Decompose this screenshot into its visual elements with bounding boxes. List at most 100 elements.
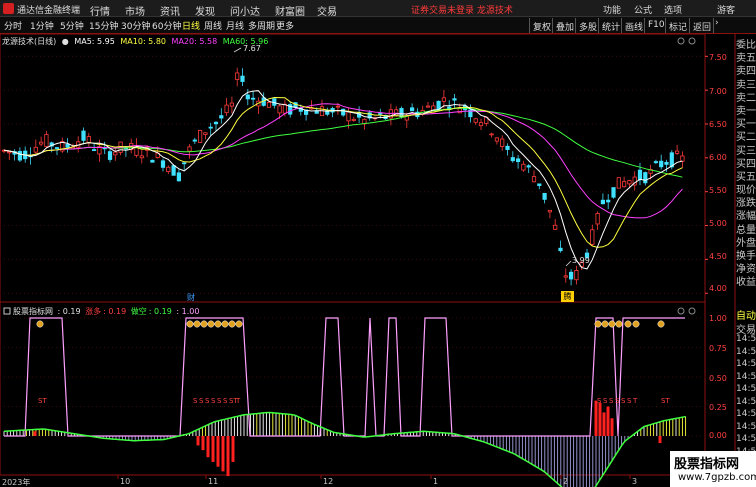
- money-bag-icon: [235, 320, 243, 328]
- indicator-name[interactable]: 股票指标网: [13, 307, 53, 316]
- x-axis-ticks: [117, 475, 631, 479]
- tool-huaxian[interactable]: 画线: [621, 18, 645, 33]
- stock-name[interactable]: 龙源技术(日线): [2, 37, 56, 46]
- menu-youke[interactable]: 游客: [717, 3, 735, 16]
- candle-body: [478, 122, 484, 127]
- tool-f10[interactable]: F10: [644, 18, 667, 33]
- indicator-red-bar: [602, 412, 606, 436]
- login-status[interactable]: 证券交易未登录 龙源技术: [411, 3, 513, 16]
- money-bag-icon: [193, 320, 201, 328]
- indicator-label: S: [615, 397, 620, 405]
- ind-scroll-right-icon[interactable]: [688, 307, 696, 315]
- period-15min[interactable]: 15分钟: [89, 19, 118, 32]
- price-tick-700: 7.00: [709, 87, 727, 96]
- tool-duogu[interactable]: 多股: [575, 18, 599, 33]
- chart-canvas[interactable]: ST S S S S S S STT S S S S S S T ST: [0, 0, 756, 487]
- xaxis-10: 10: [120, 477, 131, 486]
- expand-arrow-icon[interactable]: ›: [715, 18, 719, 28]
- candle-body: [590, 229, 595, 245]
- tool-diejia[interactable]: 叠加: [552, 18, 576, 33]
- candle-body: [563, 275, 568, 278]
- tool-tongji[interactable]: 统计: [598, 18, 622, 33]
- side-sell5: 卖五: [736, 53, 756, 63]
- price-tick-650: 6.50: [709, 120, 727, 129]
- candle-body: [346, 111, 351, 122]
- scroll-left-icon[interactable]: [677, 37, 685, 45]
- indicator-markers: ST S S S S S S STT S S S S S S T ST: [36, 320, 670, 405]
- side-netasset: 净资: [736, 264, 756, 274]
- money-bag-icon: [608, 320, 616, 328]
- period-monthly[interactable]: 月线: [226, 19, 244, 32]
- menu-hangqing[interactable]: 行情: [90, 3, 110, 18]
- watermark-title: 股票指标网: [674, 457, 740, 472]
- indicator-settings-icon[interactable]: [3, 307, 11, 315]
- candle-body: [637, 169, 643, 181]
- xaxis-11: 11: [208, 477, 219, 486]
- menu-faxian[interactable]: 发现: [195, 3, 215, 18]
- tool-fanhui[interactable]: 返回: [689, 18, 715, 33]
- menu-gongneng[interactable]: 功能: [603, 3, 621, 16]
- candle-body: [553, 224, 558, 230]
- side-sell3: 卖三: [736, 79, 756, 89]
- candle-body: [616, 177, 621, 189]
- period-5min[interactable]: 5分钟: [60, 19, 84, 32]
- candle-body: [574, 270, 579, 281]
- side-volume: 总量: [736, 224, 756, 234]
- candle-body: [531, 176, 537, 183]
- ma60-line: [3, 107, 683, 178]
- app-title: 通达信金融终端: [17, 6, 81, 16]
- tool-biaoji[interactable]: 标记: [665, 18, 689, 33]
- side-time: 14:56: [736, 421, 756, 432]
- legend-dot-icon: ●: [61, 37, 69, 46]
- ma5-value: MA5: 5.95: [74, 37, 115, 46]
- menu-jiaoyi[interactable]: 交易: [317, 3, 337, 18]
- candle-body: [197, 129, 203, 143]
- scroll-right-icon[interactable]: [688, 37, 696, 45]
- ind-tick-050: 0.50: [709, 374, 727, 383]
- tool-fuquan[interactable]: 复权: [529, 18, 553, 33]
- indicator-label: S: [627, 397, 632, 405]
- candle-body: [542, 192, 547, 200]
- side-auto[interactable]: 自动: [736, 307, 756, 321]
- indicator-red-bar: [606, 406, 610, 436]
- indicator-red-bar: [33, 431, 37, 436]
- event-badge[interactable]: 腾: [561, 291, 574, 302]
- period-multi[interactable]: 多周期: [248, 19, 275, 32]
- candle-body: [600, 199, 606, 205]
- candle-body: [494, 137, 500, 142]
- period-fenshi[interactable]: 分时: [4, 19, 22, 32]
- candle-body: [208, 126, 213, 129]
- indicator-label: S: [217, 397, 222, 405]
- candle-body: [65, 143, 70, 148]
- menu-caifuquan[interactable]: 财富圈: [275, 3, 305, 18]
- finance-badge[interactable]: 财: [187, 292, 195, 303]
- period-1min[interactable]: 1分钟: [30, 19, 54, 32]
- menu-wenxiaoda[interactable]: 问小达: [230, 3, 260, 18]
- menu-xuanxiang[interactable]: 选项: [664, 3, 682, 16]
- period-more[interactable]: 更多: [276, 19, 294, 32]
- period-60min[interactable]: 60分钟: [152, 19, 181, 32]
- menu-gongshi[interactable]: 公式: [634, 3, 652, 16]
- side-trade[interactable]: 交易: [736, 321, 756, 335]
- menu-shichang[interactable]: 市场: [125, 3, 145, 18]
- ma20-value: MA20: 5.58: [171, 37, 218, 46]
- indicator-red-bar: [231, 436, 235, 462]
- candle-body: [622, 181, 627, 188]
- candle-body: [659, 160, 664, 168]
- candle-body: [351, 118, 356, 121]
- indicator-label: T: [632, 397, 638, 405]
- menu-zixun[interactable]: 资讯: [160, 3, 180, 18]
- period-30min[interactable]: 30分钟: [121, 19, 150, 32]
- side-buy5: 买五: [736, 171, 756, 182]
- indicator-label: S: [603, 397, 608, 405]
- period-daily[interactable]: 日线: [182, 19, 200, 32]
- money-bag-icon: [601, 320, 609, 328]
- money-bag-icon: [207, 320, 215, 328]
- candle-body: [92, 149, 97, 151]
- candle-body: [489, 133, 494, 136]
- price-tick-550: 5.50: [709, 186, 727, 195]
- candle-body: [664, 161, 669, 165]
- period-weekly[interactable]: 周线: [204, 19, 222, 32]
- ind-scroll-left-icon[interactable]: [677, 307, 685, 315]
- candle-body: [187, 146, 192, 152]
